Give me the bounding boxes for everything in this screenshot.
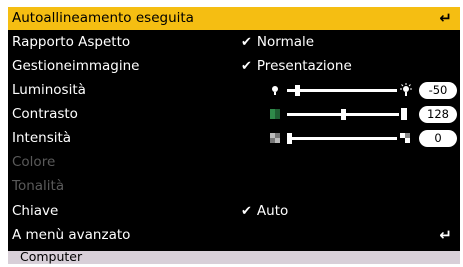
bulb-dim-icon [272,86,278,95]
menu-item-luminosita[interactable]: Luminosità -50 [8,79,460,102]
value-text: Normale [256,34,315,50]
osd-menu: Autoallineamento eseguita ↵ Rapporto Asp… [8,7,460,264]
checkmark-icon: ✔ [241,204,252,219]
menu-item-chiave[interactable]: Chiave ✔ Auto [8,200,460,223]
luminosita-value-badge: -50 [419,82,457,99]
menu-item-label: Luminosità [12,82,86,98]
menu-item-menu-avanzato[interactable]: A menù avanzato ↵ [8,224,460,247]
menu-item-label: Tonalità [12,178,65,194]
contrast-low-icon [270,109,280,119]
luminosita-slider-thumb[interactable] [295,85,301,96]
menu-item-rapporto-aspetto[interactable]: Rapporto Aspetto ✔ Normale [8,31,460,54]
bulb-bright-icon [400,83,412,96]
menu-item-label: Rapporto Aspetto [12,34,131,50]
input-source-label: Computer [20,249,83,264]
contrasto-slider-thumb[interactable] [340,109,346,120]
menu-item-value: ✔ Normale [241,31,314,54]
intensity-high-icon [400,133,410,143]
input-source-bar: Computer [8,249,460,264]
checkmark-icon: ✔ [241,59,252,74]
menu-item-tonalita: Tonalità [8,175,460,198]
value-text: Presentazione [256,58,352,74]
menu-item-label: Colore [12,154,56,170]
menu-item-autoallineamento[interactable]: Autoallineamento eseguita ↵ [8,7,460,30]
menu-item-intensita[interactable]: Intensità 0 [8,127,460,150]
menu-item-colore: Colore [8,151,460,174]
menu-item-label: Intensità [12,130,72,146]
menu-item-value: ✔ Auto [241,200,288,223]
checkmark-icon: ✔ [241,35,252,50]
intensita-slider-track[interactable] [291,137,397,140]
menu-item-label: A menù avanzato [12,227,131,243]
menu-item-label: Gestioneimmagine [12,58,140,74]
value-text: Auto [256,203,289,219]
intensity-low-icon [270,133,280,143]
contrasto-value-badge: 128 [419,106,457,123]
menu-item-contrasto[interactable]: Contrasto 128 [8,103,460,126]
projector-osd-frame: Autoallineamento eseguita ↵ Rapporto Asp… [0,0,463,267]
menu-item-label: Autoallineamento eseguita [12,10,194,26]
enter-icon: ↵ [439,226,452,244]
menu-item-label: Contrasto [12,106,78,122]
menu-item-label: Chiave [12,203,59,219]
menu-item-gestione-immagine[interactable]: Gestioneimmagine ✔ Presentazione [8,55,460,78]
enter-icon: ↵ [439,9,452,27]
luminosita-slider-track[interactable] [287,89,397,92]
contrast-high-icon [401,108,407,120]
intensita-value-badge: 0 [419,130,457,147]
menu-item-value: ✔ Presentazione [241,55,352,78]
